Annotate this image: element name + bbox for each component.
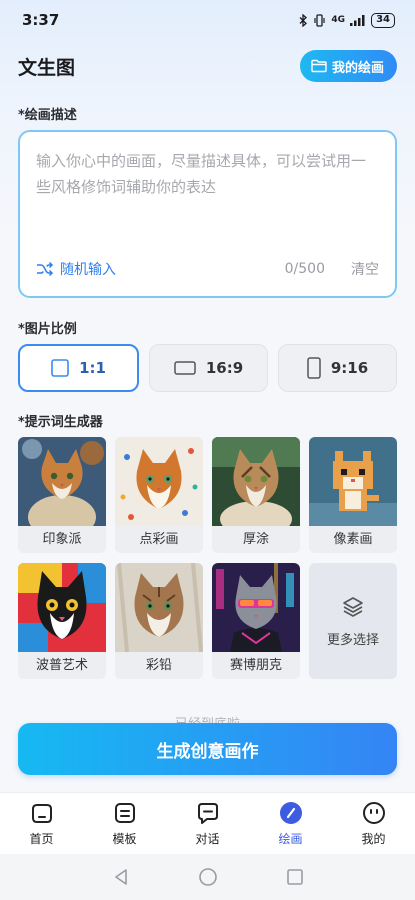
tab-label: 模板	[112, 831, 137, 846]
square-ratio-icon	[51, 359, 69, 377]
signal-icon	[350, 15, 365, 26]
pixel-art-cat-thumbnail	[309, 437, 397, 526]
impressionism-cat-thumbnail	[18, 437, 106, 526]
character-counter: 0/500	[284, 261, 325, 277]
layers-icon	[343, 596, 363, 617]
style-card-pixel-art[interactable]: 像素画	[309, 437, 397, 553]
description-actions: 0/500 清空	[285, 259, 379, 279]
style-card-cyberpunk[interactable]: 赛博朋克	[212, 563, 300, 679]
style-label: 厚涂	[212, 526, 300, 553]
battery-icon: 34	[371, 12, 395, 28]
cyberpunk-cat-thumbnail	[212, 563, 300, 652]
system-navigation-bar	[0, 854, 415, 900]
style-grid: 印象派 点彩画 厚涂 像素画 波普艺术 彩铅 赛博朋克 更多选择	[18, 437, 397, 679]
home-circle-icon[interactable]	[198, 867, 218, 887]
status-icons: 4G 34	[299, 12, 395, 28]
style-card-pointillism[interactable]: 点彩画	[115, 437, 203, 553]
description-input[interactable]	[36, 148, 379, 238]
style-card-impasto[interactable]: 厚涂	[212, 437, 300, 553]
style-card-impressionism[interactable]: 印象派	[18, 437, 106, 553]
page-title: 文生图	[18, 56, 76, 79]
tab-profile[interactable]: 我的	[344, 801, 404, 847]
more-styles-button[interactable]: 更多选择	[309, 563, 397, 679]
shuffle-icon	[37, 262, 54, 276]
pop-art-cat-thumbnail	[18, 563, 106, 652]
style-label: 点彩画	[115, 526, 203, 553]
home-icon	[31, 803, 52, 823]
description-section-label: *绘画描述	[18, 108, 77, 123]
tab-label: 对话	[195, 831, 220, 846]
status-bar: 3:37 4G 34	[0, 0, 415, 40]
ratio-option-16-9[interactable]: 16:9	[149, 344, 268, 392]
recent-apps-icon[interactable]	[286, 868, 304, 886]
colored-pencil-cat-thumbnail	[115, 563, 203, 652]
chat-icon	[197, 802, 218, 824]
style-label: 像素画	[309, 526, 397, 553]
ratio-section-label: *图片比例	[18, 322, 77, 337]
landscape-ratio-icon	[174, 361, 196, 375]
template-icon	[114, 802, 135, 823]
ratio-label: 1:1	[79, 359, 106, 377]
style-label: 印象派	[18, 526, 106, 553]
ratio-selector: 1:1 16:9 9:16	[18, 344, 397, 392]
random-input-button[interactable]: 随机输入	[36, 259, 116, 279]
random-input-label: 随机输入	[60, 262, 116, 278]
profile-icon	[362, 801, 385, 824]
ratio-label: 9:16	[330, 359, 369, 377]
generate-button[interactable]: 生成创意画作	[18, 723, 397, 775]
bottom-tab-bar: 首页 模板 对话 绘画 我的	[0, 792, 415, 854]
network-type: 4G	[331, 15, 346, 25]
header: 文生图 我的绘画	[18, 48, 397, 84]
vibrate-icon	[314, 13, 326, 27]
ratio-label: 16:9	[205, 359, 244, 377]
style-section-label: *提示词生成器	[18, 415, 103, 430]
tab-chat[interactable]: 对话	[178, 801, 238, 847]
style-label: 赛博朋克	[212, 652, 300, 679]
tab-label: 绘画	[278, 831, 303, 846]
style-label: 彩铅	[115, 652, 203, 679]
tab-label: 我的	[361, 831, 386, 846]
description-footer: 随机输入 0/500 清空	[36, 258, 379, 280]
ratio-option-1-1[interactable]: 1:1	[18, 344, 139, 392]
impasto-cat-thumbnail	[212, 437, 300, 526]
style-card-colored-pencil[interactable]: 彩铅	[115, 563, 203, 679]
style-card-pop-art[interactable]: 波普艺术	[18, 563, 106, 679]
folder-icon	[311, 59, 327, 73]
pointillism-cat-thumbnail	[115, 437, 203, 526]
description-box: 随机输入 0/500 清空	[18, 130, 397, 298]
tab-template[interactable]: 模板	[95, 801, 155, 847]
tab-label: 首页	[29, 831, 54, 846]
ratio-option-9-16[interactable]: 9:16	[278, 344, 397, 392]
paint-icon	[279, 801, 302, 824]
style-label: 波普艺术	[18, 652, 106, 679]
tab-paint[interactable]: 绘画	[261, 801, 321, 847]
bluetooth-icon	[299, 13, 308, 27]
tab-home[interactable]: 首页	[12, 801, 72, 847]
my-drawing-label: 我的绘画	[331, 60, 384, 76]
more-styles-label: 更多选择	[326, 632, 379, 648]
status-time: 3:37	[22, 11, 60, 29]
portrait-ratio-icon	[307, 357, 321, 379]
my-drawing-button[interactable]: 我的绘画	[299, 50, 397, 82]
clear-button[interactable]: 清空	[351, 259, 379, 279]
back-icon[interactable]	[112, 868, 130, 886]
